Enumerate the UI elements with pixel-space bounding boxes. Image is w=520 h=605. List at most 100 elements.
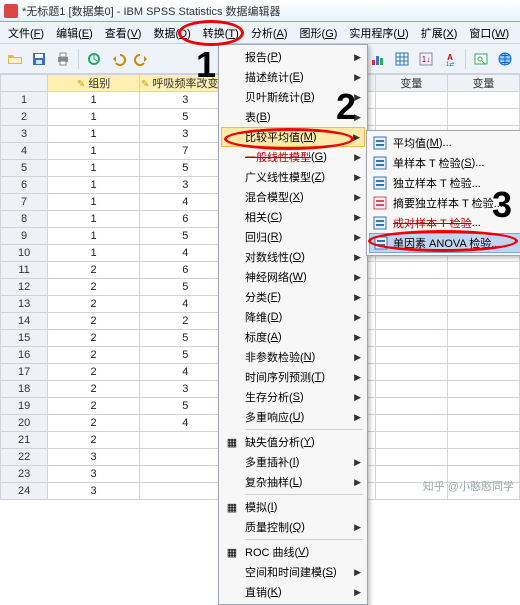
menu-item-模拟[interactable]: ▦模拟(I) [221,497,365,517]
submenu-item-平均值[interactable]: 平均值(M)... [369,133,520,153]
cell[interactable]: 3 [48,483,140,500]
cell[interactable] [447,432,519,449]
row-header[interactable]: 20 [1,415,48,432]
cell[interactable] [375,432,447,449]
menu-帮助[interactable]: 帮助(H) [515,23,520,43]
menu-item-空间和时间建模[interactable]: 空间和时间建模(S)▶ [221,562,365,582]
cell[interactable] [375,449,447,466]
cell[interactable]: 2 [48,398,140,415]
menu-扩展[interactable]: 扩展(X) [415,23,464,43]
cell[interactable]: 1 [48,177,140,194]
menu-item-多重响应[interactable]: 多重响应(U)▶ [221,407,365,427]
menu-item-相关[interactable]: 相关(C)▶ [221,207,365,227]
menu-item-一般线性模型[interactable]: 一般线性模型(G)▶ [221,147,365,167]
cell[interactable]: 1 [48,126,140,143]
row-header[interactable]: 13 [1,296,48,313]
cell[interactable] [375,398,447,415]
menu-数据[interactable]: 数据(D) [147,23,196,43]
submenu-item-独立样本 T 检验[interactable]: 独立样本 T 检验... [369,173,520,193]
row-header[interactable]: 8 [1,211,48,228]
row-header[interactable]: 12 [1,279,48,296]
cell[interactable] [447,313,519,330]
cell[interactable]: 2 [48,313,140,330]
redo-button[interactable] [131,48,153,70]
menu-item-生存分析[interactable]: 生存分析(S)▶ [221,387,365,407]
menu-item-广义线性模型[interactable]: 广义线性模型(Z)▶ [221,167,365,187]
cell[interactable] [375,262,447,279]
menu-查看[interactable]: 查看(V) [99,23,148,43]
cell[interactable] [447,347,519,364]
menu-item-对数线性[interactable]: 对数线性(O)▶ [221,247,365,267]
cell[interactable] [447,466,519,483]
cell[interactable]: 3 [48,449,140,466]
menu-item-非参数检验[interactable]: 非参数检验(N)▶ [221,347,365,367]
cell[interactable] [447,381,519,398]
col-header[interactable]: 变量 [447,75,519,92]
cell[interactable]: 2 [48,330,140,347]
menu-item-直销[interactable]: 直销(K)▶ [221,582,365,602]
cell[interactable] [375,279,447,296]
cell[interactable]: 1 [48,245,140,262]
menu-item-ROC 曲线[interactable]: ▦ROC 曲线(V) [221,542,365,562]
menu-item-贝叶斯统计[interactable]: 贝叶斯统计(B)▶ [221,87,365,107]
row-header[interactable]: 16 [1,347,48,364]
cell[interactable] [375,92,447,109]
globe-button[interactable] [494,48,516,70]
cell[interactable]: 1 [48,92,140,109]
undo-button[interactable] [107,48,129,70]
row-header[interactable]: 14 [1,313,48,330]
cell[interactable] [375,330,447,347]
cell[interactable] [447,483,519,500]
menu-item-多重插补[interactable]: 多重插补(I)▶ [221,452,365,472]
row-header[interactable]: 15 [1,330,48,347]
row-header[interactable]: 17 [1,364,48,381]
menu-item-比较平均值[interactable]: 比较平均值(M)▶ [221,127,365,147]
row-header[interactable]: 24 [1,483,48,500]
menu-窗口[interactable]: 窗口(W) [463,23,515,43]
vars-button[interactable]: 1↓ [415,48,437,70]
grid-button[interactable] [391,48,413,70]
submenu-item-摘要独立样本 T 检验[interactable]: 摘要独立样本 T 检验... [369,193,520,213]
menu-item-缺失值分析[interactable]: ▦缺失值分析(Y) [221,432,365,452]
cell[interactable]: 1 [48,109,140,126]
submenu-item-单样本 T 检验[interactable]: 单样本 T 检验(S)... [369,153,520,173]
cell[interactable] [447,330,519,347]
cell[interactable]: 2 [48,381,140,398]
cell[interactable]: 2 [48,415,140,432]
cell[interactable] [447,398,519,415]
menu-item-混合模型[interactable]: 混合模型(X)▶ [221,187,365,207]
chart-button[interactable] [367,48,389,70]
row-header[interactable]: 11 [1,262,48,279]
menu-图形[interactable]: 图形(G) [294,23,344,43]
cell[interactable]: 3 [48,466,140,483]
cell[interactable] [447,262,519,279]
cell[interactable]: 2 [48,279,140,296]
menu-分析[interactable]: 分析(A) [245,23,294,43]
row-header[interactable]: 7 [1,194,48,211]
cell[interactable] [375,313,447,330]
row-header[interactable]: 9 [1,228,48,245]
cell[interactable]: 2 [48,296,140,313]
menu-item-分类[interactable]: 分类(F)▶ [221,287,365,307]
menu-item-描述统计[interactable]: 描述统计(E)▶ [221,67,365,87]
cell[interactable]: 1 [48,194,140,211]
cell[interactable]: 1 [48,160,140,177]
row-header[interactable]: 23 [1,466,48,483]
cell[interactable]: 2 [48,262,140,279]
cell[interactable] [375,109,447,126]
cell[interactable] [375,483,447,500]
cell[interactable] [375,364,447,381]
col-header[interactable]: 变量 [375,75,447,92]
menu-item-质量控制[interactable]: 质量控制(Q)▶ [221,517,365,537]
menu-文件[interactable]: 文件(F) [2,23,50,43]
menu-实用程序[interactable]: 实用程序(U) [343,23,414,43]
cell[interactable] [375,381,447,398]
cell[interactable] [447,449,519,466]
row-header[interactable]: 19 [1,398,48,415]
row-header[interactable]: 3 [1,126,48,143]
menu-item-复杂抽样[interactable]: 复杂抽样(L)▶ [221,472,365,492]
recall-button[interactable] [83,48,105,70]
row-header[interactable]: 4 [1,143,48,160]
row-header[interactable]: 1 [1,92,48,109]
menu-item-神经网络[interactable]: 神经网络(W)▶ [221,267,365,287]
